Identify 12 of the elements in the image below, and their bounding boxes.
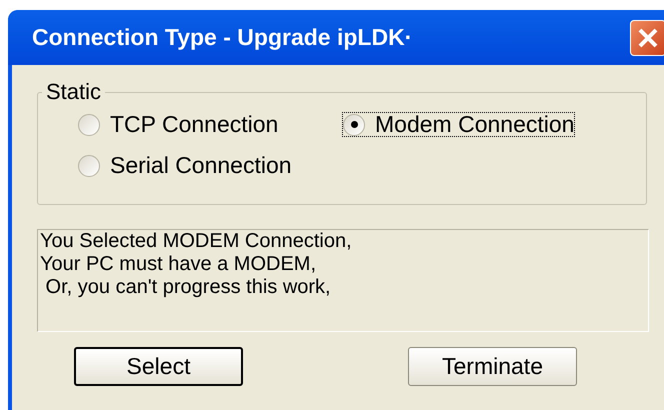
dialog-button[interactable]: Select — [74, 347, 243, 386]
radio-option[interactable]: TCP Connection — [78, 113, 278, 136]
close-button[interactable] — [630, 20, 664, 56]
message-line: You Selected MODEM Connection, — [40, 230, 353, 253]
window-title: Connection Type - Upgrade ipLDK· — [32, 23, 412, 52]
radio-option[interactable]: Modem Connection — [343, 113, 574, 136]
message-line: Or, you can't progress this work, — [44, 276, 332, 299]
dialog-button[interactable]: Terminate — [408, 347, 577, 386]
group-label: Static — [45, 81, 102, 103]
radio-option[interactable]: Serial Connection — [78, 154, 292, 177]
message-line: Your PC must have a MODEM, — [40, 253, 318, 276]
close-icon — [637, 26, 659, 48]
